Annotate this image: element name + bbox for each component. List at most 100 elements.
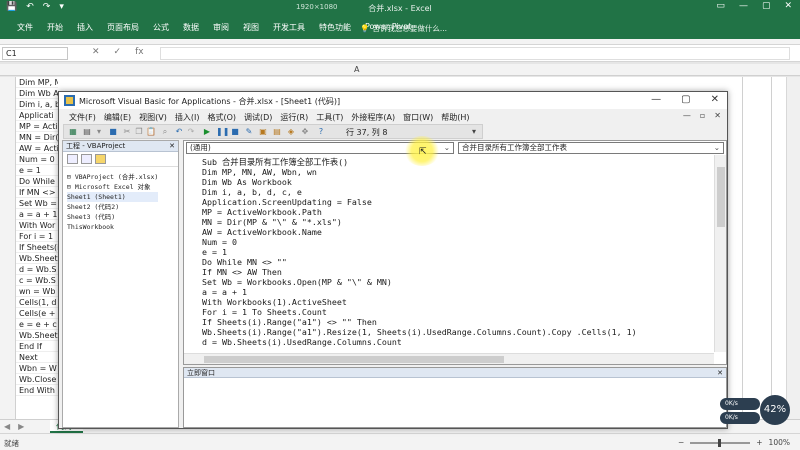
code-line[interactable]: e = 1 — [202, 247, 637, 257]
tree-node-vbaproject[interactable]: ⊟ VBAProject (合并.xlsx) — [67, 172, 158, 182]
project-explorer-icon[interactable]: ▣ — [258, 127, 268, 137]
cell-text[interactable]: AW = Acti — [16, 143, 58, 154]
menu-addins[interactable]: 外接程序(A) — [347, 112, 399, 123]
cell-text[interactable]: If MN <> — [16, 187, 58, 198]
formula-input[interactable] — [160, 47, 790, 60]
copy-icon[interactable]: ❐ — [134, 127, 144, 137]
toolbox-icon[interactable]: ✥ — [300, 127, 310, 137]
tab-insert[interactable]: 插入 — [70, 22, 100, 33]
cell-text[interactable]: MN = Dir( — [16, 132, 58, 143]
code-vertical-scrollbar[interactable] — [714, 155, 726, 352]
menu-file[interactable]: 文件(F) — [65, 112, 100, 123]
code-line[interactable]: d = Wb.Sheets(i).UsedRange.Columns.Count — [202, 337, 637, 347]
code-line[interactable]: MP = ActiveWorkbook.Path — [202, 207, 637, 217]
code-line[interactable]: Dim i, a, b, d, c, e — [202, 187, 637, 197]
menu-view[interactable]: 视图(V) — [135, 112, 171, 123]
code-line[interactable]: a = a + 1 — [202, 287, 637, 297]
minimize-icon[interactable]: — — [739, 1, 748, 11]
cancel-entry-icon[interactable]: ✕ — [92, 47, 100, 57]
properties-window-icon[interactable]: ▤ — [272, 127, 282, 137]
view-excel-icon[interactable]: ▦ — [68, 127, 78, 137]
view-object-icon[interactable] — [81, 154, 92, 164]
code-editor[interactable]: Sub 合并目录所有工作簿全部工作表() Dim MP, MN, AW, Wbn,… — [184, 155, 714, 352]
save-icon[interactable]: ■ — [108, 127, 118, 137]
cell-text[interactable]: d = Wb.S — [16, 264, 58, 275]
design-mode-icon[interactable]: ✎ — [244, 127, 254, 137]
menu-debug[interactable]: 调试(D) — [240, 112, 276, 123]
name-box[interactable]: C1 — [2, 47, 68, 60]
menu-format[interactable]: 格式(O) — [203, 112, 240, 123]
cell-text[interactable]: Wb.Close — [16, 374, 58, 385]
insert-module-icon[interactable]: ▤ — [82, 127, 92, 137]
tab-special-features[interactable]: 特色功能 — [312, 22, 358, 33]
code-line[interactable]: Wb.Sheets(i).Range("a1").Resize(1, Sheet… — [202, 327, 637, 337]
help-icon[interactable]: ? — [316, 127, 326, 137]
project-close-icon[interactable]: ✕ — [169, 141, 175, 152]
code-line[interactable]: Do While MN <> "" — [202, 257, 637, 267]
cell-text[interactable]: End If — [16, 341, 58, 352]
cell-text[interactable]: With Wor — [16, 220, 58, 231]
cell-text[interactable]: a = a + 1 — [16, 209, 58, 220]
undo-icon[interactable]: ↶ — [174, 127, 184, 137]
cell-text[interactable]: Dim Wb As Workbook — [16, 88, 58, 99]
sheet-nav-right-icon[interactable]: ▶ — [18, 422, 24, 431]
zoom-level[interactable]: 100% — [769, 438, 790, 447]
code-text[interactable]: Sub 合并目录所有工作簿全部工作表() Dim MP, MN, AW, Wbn,… — [202, 157, 637, 347]
tab-data[interactable]: 数据 — [176, 22, 206, 33]
tab-file[interactable]: 文件 — [10, 22, 40, 33]
code-line[interactable]: Application.ScreenUpdating = False — [202, 197, 637, 207]
cell-text[interactable]: Applicati — [16, 110, 58, 121]
cell-text[interactable]: End With — [16, 385, 58, 396]
find-icon[interactable]: ⌕ — [160, 127, 170, 137]
tree-node-thisworkbook[interactable]: ThisWorkbook — [67, 222, 158, 232]
confirm-entry-icon[interactable]: ✓ — [114, 47, 122, 57]
toggle-folders-icon[interactable] — [95, 154, 106, 164]
object-browser-icon[interactable]: ◈ — [286, 127, 296, 137]
cell-text[interactable]: Wbn = W — [16, 363, 58, 374]
procedure-dropdown[interactable]: 合并目录所有工作簿全部工作表 ⌄ — [458, 142, 724, 154]
menu-edit[interactable]: 编辑(E) — [100, 112, 135, 123]
column-a-cells[interactable]: Dim MP, MN, AW, Wbn, wnDim Wb As Workboo… — [16, 77, 58, 419]
tab-formulas[interactable]: 公式 — [146, 22, 176, 33]
cell-text[interactable]: Wb.Sheet — [16, 253, 58, 264]
tab-page-layout[interactable]: 页面布局 — [100, 22, 146, 33]
code-line[interactable]: AW = ActiveWorkbook.Name — [202, 227, 637, 237]
tree-node-sheet1[interactable]: Sheet1 (Sheet1) — [67, 192, 159, 202]
redo-icon[interactable]: ↷ — [186, 127, 196, 137]
menu-tools[interactable]: 工具(T) — [312, 112, 347, 123]
cell-text[interactable]: wn = Wb — [16, 286, 58, 297]
mdi-restore-icon[interactable]: ▫ — [700, 111, 705, 120]
maximize-icon[interactable]: ▢ — [762, 1, 771, 11]
tree-node-sheet3[interactable]: Sheet3 (代码) — [67, 212, 158, 222]
mdi-minimize-icon[interactable]: — — [683, 111, 691, 120]
scroll-thumb[interactable] — [717, 167, 725, 227]
code-line[interactable]: Dim MP, MN, AW, Wbn, wn — [202, 167, 637, 177]
break-icon[interactable]: ❚❚ — [216, 127, 229, 137]
tab-review[interactable]: 审阅 — [206, 22, 236, 33]
code-line[interactable]: Dim Wb As Workbook — [202, 177, 637, 187]
tree-node-excel-objects[interactable]: ⊟ Microsoft Excel 对象 — [67, 182, 158, 192]
column-header-a[interactable]: A — [354, 65, 359, 74]
zoom-in-icon[interactable]: + — [756, 438, 762, 447]
code-line[interactable]: Set Wb = Workbooks.Open(MP & "\" & MN) — [202, 277, 637, 287]
cell-text[interactable]: e = 1 — [16, 165, 58, 176]
cell-text[interactable]: Cells(1, d — [16, 297, 58, 308]
scroll-thumb[interactable] — [204, 356, 504, 363]
zoom-slider[interactable] — [690, 438, 751, 447]
view-code-icon[interactable] — [67, 154, 78, 164]
cell-text[interactable]: MP = Acti — [16, 121, 58, 132]
cell-text[interactable]: c = Wb.S — [16, 275, 58, 286]
vba-close-icon[interactable]: ✕ — [711, 94, 719, 105]
menu-help[interactable]: 帮助(H) — [437, 112, 473, 123]
code-line[interactable]: With Workbooks(1).ActiveSheet — [202, 297, 637, 307]
tab-home[interactable]: 开始 — [40, 22, 70, 33]
vba-minimize-icon[interactable]: — — [651, 94, 661, 105]
immediate-close-icon[interactable]: ✕ — [717, 368, 723, 378]
zoom-out-icon[interactable]: − — [678, 438, 684, 447]
empty-column-cells[interactable] — [742, 77, 772, 419]
cell-text[interactable]: Cells(e + — [16, 308, 58, 319]
insert-dropdown-icon[interactable]: ▾ — [94, 127, 104, 137]
vba-maximize-icon[interactable]: ▢ — [681, 94, 690, 105]
ribbon-display-icon[interactable]: ▭ — [716, 1, 725, 11]
code-line[interactable]: If MN <> AW Then — [202, 267, 637, 277]
